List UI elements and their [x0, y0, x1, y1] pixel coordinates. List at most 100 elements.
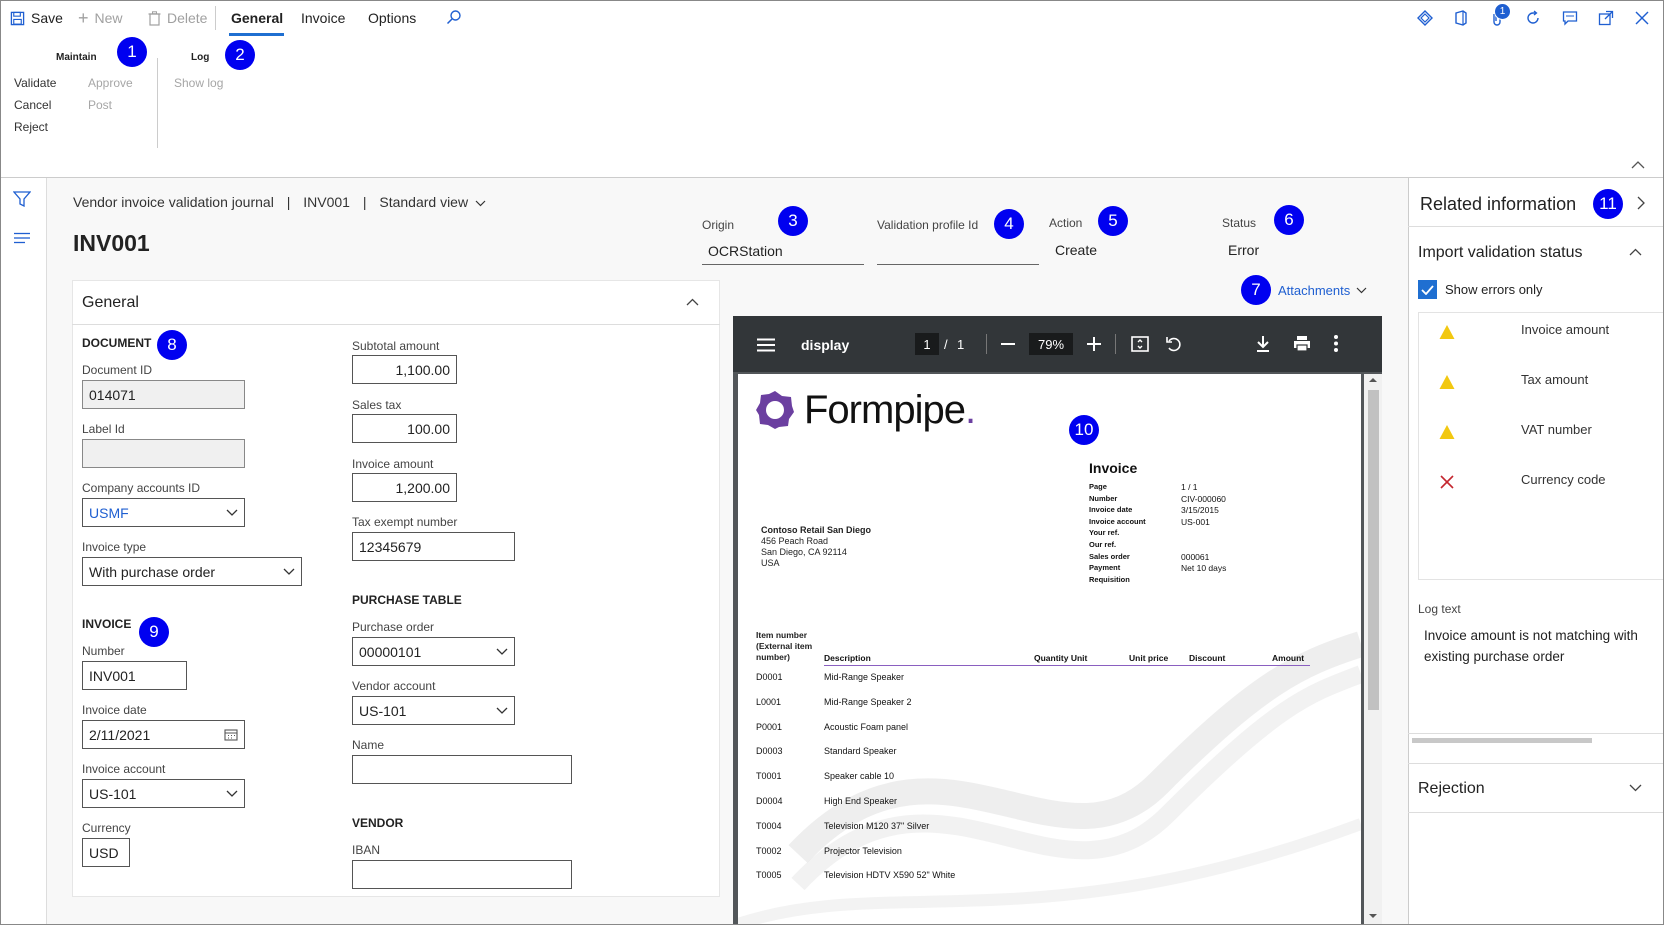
tax-exempt-field[interactable]: 12345679: [352, 532, 515, 561]
maintain-group-title: Maintain: [56, 52, 97, 63]
reject-button[interactable]: Reject: [14, 120, 48, 134]
invoice-line-item: T0001: [756, 771, 782, 782]
rotate-icon[interactable]: [1165, 335, 1183, 353]
invoice-meta-value: 1 / 1: [1181, 482, 1198, 492]
more-options-icon[interactable]: [1334, 335, 1338, 352]
rejection-section-title[interactable]: Rejection: [1418, 780, 1485, 798]
pdf-toolbar-divider: [986, 334, 987, 354]
invoice-meta-label: Invoice account: [1089, 516, 1146, 526]
document-id-field[interactable]: 014071: [82, 380, 245, 409]
close-icon[interactable]: [1632, 8, 1652, 28]
subtotal-field[interactable]: 1,100.00: [352, 355, 457, 384]
fit-page-icon[interactable]: [1131, 336, 1149, 352]
filter-icon[interactable]: [13, 191, 31, 207]
company-accounts-select[interactable]: USMF: [82, 498, 245, 527]
scroll-up-icon[interactable]: [1368, 377, 1378, 383]
zoom-out-icon[interactable]: [1001, 343, 1015, 345]
validate-button[interactable]: Validate: [14, 76, 56, 90]
chevron-up-icon[interactable]: [686, 298, 699, 306]
checkbox-checked-icon: [1418, 280, 1437, 299]
iban-field[interactable]: [352, 860, 572, 889]
approve-button[interactable]: Approve: [88, 76, 133, 90]
open-new-window-icon[interactable]: [1596, 8, 1616, 28]
delete-label: Delete: [167, 10, 208, 26]
invoice-date-field[interactable]: 2/11/2021: [82, 720, 245, 749]
pane-scrollbar[interactable]: [1412, 738, 1592, 743]
cancel-button[interactable]: Cancel: [14, 98, 51, 112]
vendor-section-title: VENDOR: [352, 816, 404, 830]
office-icon[interactable]: [1451, 8, 1471, 28]
zoom-in-icon[interactable]: [1087, 337, 1101, 351]
invoice-amount-field[interactable]: 1,200.00: [352, 473, 457, 502]
plus-icon: +: [78, 8, 89, 28]
origin-label: Origin: [702, 218, 735, 232]
attachments-button[interactable]: Attachments: [1278, 283, 1367, 298]
pdf-scrollbar-thumb[interactable]: [1368, 390, 1379, 710]
vendor-account-select[interactable]: US-101: [352, 696, 515, 725]
formpipe-logo-name: Formpipe: [804, 388, 966, 432]
pdf-toolbar-divider: [1115, 334, 1116, 354]
validation-status-item[interactable]: Invoice amount: [1418, 304, 1664, 344]
label-id-field[interactable]: [82, 439, 245, 468]
save-button[interactable]: Save: [10, 10, 63, 26]
collapse-ribbon-chevron-icon[interactable]: [1631, 160, 1645, 169]
refresh-icon[interactable]: [1523, 8, 1543, 28]
tab-general[interactable]: General: [231, 10, 283, 26]
invoice-heading: Invoice: [1089, 460, 1138, 476]
label-id-label: Label Id: [82, 422, 125, 436]
tab-invoice[interactable]: Invoice: [301, 10, 345, 26]
validation-status-item[interactable]: VAT number: [1418, 404, 1664, 444]
delete-button[interactable]: Delete: [148, 10, 207, 26]
invoice-meta-label: Requisition: [1089, 574, 1130, 584]
iban-label: IBAN: [352, 843, 381, 857]
view-selector[interactable]: Standard view: [379, 194, 486, 210]
invoice-type-label: Invoice type: [82, 540, 147, 554]
download-icon[interactable]: [1255, 335, 1271, 353]
chevron-up-icon[interactable]: [1629, 248, 1642, 256]
general-fasttab-title[interactable]: General: [82, 294, 139, 312]
new-button[interactable]: + New: [78, 8, 123, 28]
post-button[interactable]: Post: [88, 98, 112, 112]
validation-status-item[interactable]: Currency code: [1418, 454, 1664, 494]
invoice-type-select[interactable]: With purchase order: [82, 557, 302, 586]
tab-active-underline: [229, 33, 284, 36]
chevron-right-icon[interactable]: [1637, 196, 1645, 210]
formpipe-logo-icon: [756, 391, 794, 429]
log-text-value: Invoice amount is not matching with exis…: [1424, 628, 1638, 664]
subtotal-label: Subtotal amount: [352, 339, 440, 353]
invoice-date-value: 2/11/2021: [89, 727, 151, 743]
number-field[interactable]: INV001: [82, 661, 187, 690]
validation-profile-label: Validation profile Id: [877, 218, 979, 232]
list-icon[interactable]: [13, 232, 31, 244]
invoice-account-select[interactable]: US-101: [82, 779, 245, 808]
menu-icon[interactable]: [757, 338, 775, 352]
invoice-line-desc: Speaker cable 10: [824, 771, 895, 782]
name-field[interactable]: [352, 755, 572, 784]
search-icon[interactable]: [446, 9, 462, 25]
breadcrumb-separator: |: [362, 194, 367, 210]
diamond-icon[interactable]: [1415, 8, 1435, 28]
pane-divider: [1408, 733, 1664, 734]
sales-tax-field[interactable]: 100.00: [352, 414, 457, 443]
import-validation-status-title[interactable]: Import validation status: [1418, 244, 1583, 262]
comment-icon[interactable]: [1560, 8, 1580, 28]
show-errors-only-checkbox[interactable]: Show errors only: [1418, 280, 1543, 299]
breadcrumb-journal[interactable]: Vendor invoice validation journal: [73, 194, 274, 210]
attachments-label: Attachments: [1278, 283, 1351, 298]
log-group-title: Log: [191, 52, 210, 63]
number-label: Number: [82, 644, 125, 658]
calendar-icon[interactable]: [224, 728, 238, 741]
purchase-order-select[interactable]: 00000101: [352, 637, 515, 666]
scroll-down-icon[interactable]: [1368, 913, 1378, 919]
print-icon[interactable]: [1293, 335, 1311, 352]
pdf-zoom-input[interactable]: 79%: [1029, 333, 1073, 355]
chevron-down-icon[interactable]: [1629, 784, 1642, 792]
tab-options[interactable]: Options: [368, 10, 416, 26]
page-title: INV001: [73, 230, 150, 256]
validation-status-item[interactable]: Tax amount: [1418, 354, 1664, 394]
name-label: Name: [352, 738, 385, 752]
currency-field[interactable]: USD: [82, 838, 130, 867]
pdf-page-input[interactable]: 1: [915, 333, 939, 355]
show-log-button[interactable]: Show log: [174, 76, 223, 90]
invoice-amount-label: Invoice amount: [352, 457, 434, 471]
